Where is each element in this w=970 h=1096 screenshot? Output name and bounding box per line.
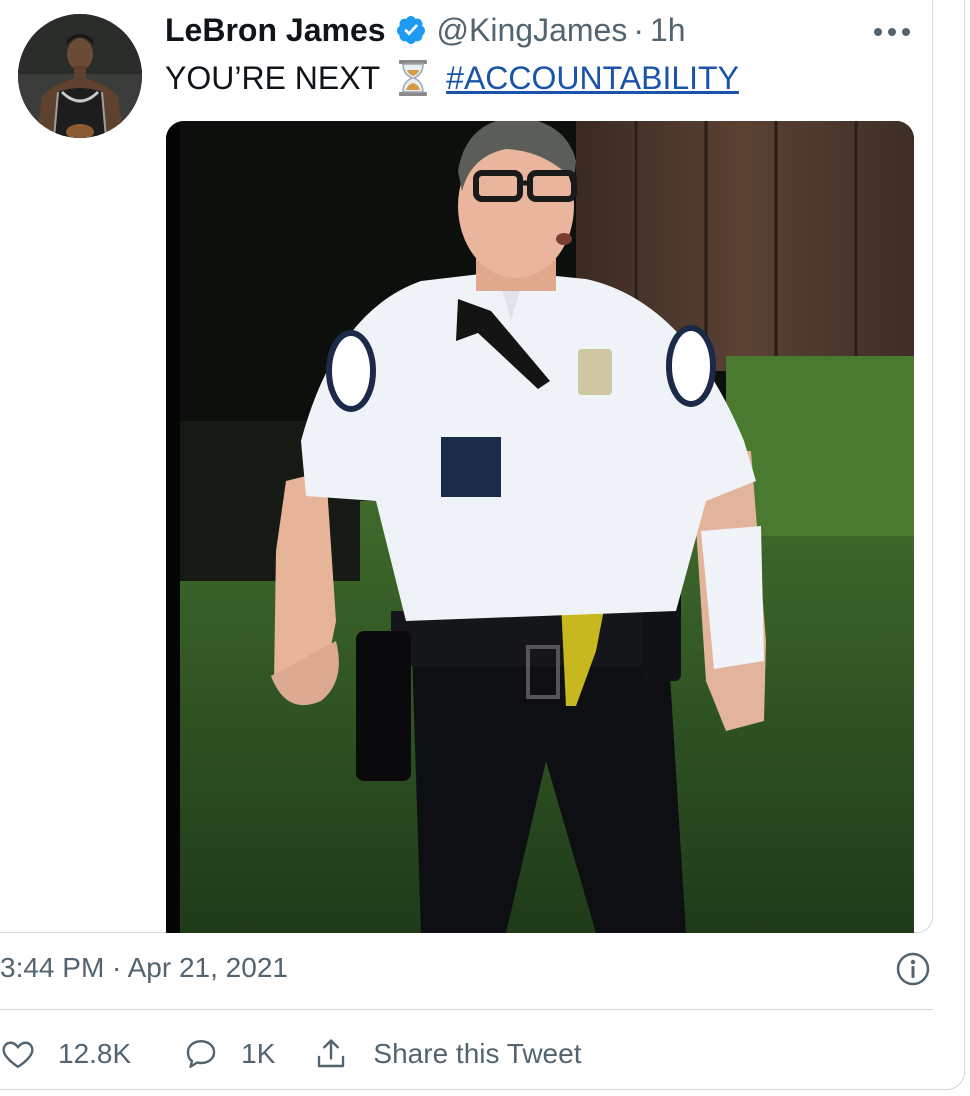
info-icon[interactable] (896, 952, 930, 986)
user-handle[interactable]: @KingJames (437, 12, 628, 49)
video-frame-image (166, 121, 914, 933)
like-button[interactable]: 12.8K (0, 1036, 131, 1072)
actions-divider (0, 1009, 933, 1010)
more-options-icon[interactable] (870, 16, 914, 48)
profile-avatar[interactable] (18, 14, 142, 138)
share-icon (318, 1039, 345, 1068)
tweet-timestamp[interactable]: 3:44 PM · Apr 21, 2021 (0, 952, 288, 984)
tweet-actions: 12.8K 1K Share this Tweet (0, 1034, 581, 1074)
tweet-text: YOU’RE NEXT #ACCOUNTABILITY (165, 57, 739, 99)
tweet-media-video[interactable] (166, 121, 914, 933)
share-button[interactable]: Share this Tweet (313, 1036, 581, 1072)
speech-bubble-icon (186, 1040, 216, 1068)
heart-icon (2, 1041, 34, 1069)
hashtag-link[interactable]: #ACCOUNTABILITY (446, 60, 739, 97)
share-label: Share this Tweet (373, 1038, 582, 1069)
header-separator: · (633, 11, 644, 48)
avatar-image (18, 14, 142, 138)
display-name[interactable]: LeBron James (165, 12, 386, 49)
hourglass-icon (396, 59, 430, 97)
tweet-text-body: YOU’RE NEXT (165, 59, 381, 96)
like-count: 12.8K (58, 1038, 132, 1069)
relative-time[interactable]: 1h (650, 12, 686, 49)
tweet-header: LeBron James @KingJames · 1h (165, 10, 686, 50)
verified-badge-icon (395, 14, 427, 46)
reply-count: 1K (241, 1038, 276, 1069)
reply-button[interactable]: 1K (183, 1036, 275, 1072)
